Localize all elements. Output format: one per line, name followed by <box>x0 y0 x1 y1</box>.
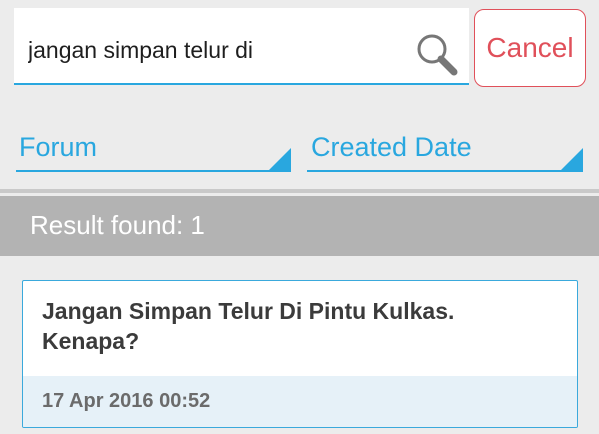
search-area: Cancel <box>0 0 599 100</box>
forum-filter-label: Forum <box>19 132 98 162</box>
result-card-footer: 17 Apr 2016 00:52 <box>23 376 577 427</box>
created-date-filter-label: Created Date <box>311 132 472 162</box>
dropdown-corner-icon <box>561 148 583 170</box>
result-count-banner: Result found: 1 <box>0 196 599 256</box>
search-box[interactable] <box>14 8 469 85</box>
forum-filter-dropdown[interactable]: Forum <box>16 128 291 172</box>
result-date: 17 Apr 2016 00:52 <box>42 390 211 412</box>
search-icon[interactable] <box>414 32 462 80</box>
created-date-filter-dropdown[interactable]: Created Date <box>307 128 583 172</box>
result-title: Jangan Simpan Telur Di Pintu Kulkas. Ken… <box>42 298 455 354</box>
dropdown-corner-icon <box>269 148 291 170</box>
result-count-text: Result found: 1 <box>30 210 205 240</box>
divider <box>0 189 599 193</box>
cancel-button[interactable]: Cancel <box>474 9 586 87</box>
result-card[interactable]: Jangan Simpan Telur Di Pintu Kulkas. Ken… <box>22 280 578 428</box>
search-input[interactable] <box>28 34 398 66</box>
